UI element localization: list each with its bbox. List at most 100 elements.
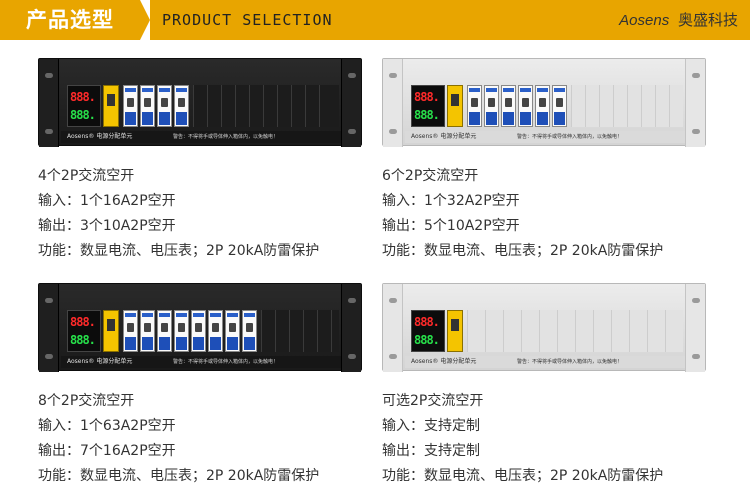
- blank-plate: [571, 85, 585, 127]
- digital-meter: 888. 888.: [67, 310, 101, 352]
- label-strip: Aosens® 电源分配单元 警告：不得将手或导体伸入箱体内，以免触电！: [61, 131, 341, 143]
- panel-brand-label: Aosens® 电源分配单元: [67, 358, 133, 365]
- digital-meter: 888. 888.: [67, 85, 101, 127]
- breaker: [552, 85, 567, 127]
- digital-meter: 888. 888.: [411, 85, 445, 127]
- breaker: [123, 310, 138, 352]
- blank-plate: [539, 310, 557, 352]
- breaker: [157, 85, 172, 127]
- blank-plate: [585, 85, 599, 127]
- ammeter-display: 888.: [414, 315, 440, 329]
- spec-input: 输入：1个63A2P空开: [38, 418, 176, 434]
- mount-slot: [389, 129, 397, 134]
- blank-plate: [319, 85, 339, 127]
- mount-slot: [692, 298, 700, 303]
- panel-brand-label: Aosens® 电源分配单元: [411, 358, 477, 365]
- mount-slot: [692, 354, 700, 359]
- product-title: 可选2P交流空开: [382, 393, 484, 409]
- blank-plate: [613, 85, 627, 127]
- blank-plate: [467, 310, 485, 352]
- product-specs: 8个2P交流空开 输入：1个63A2P空开 输出：7个16A2P空开 功能：数显…: [38, 389, 363, 489]
- rack-ear-right: [341, 59, 361, 147]
- spec-input: 输入：1个16A2P空开: [38, 193, 176, 209]
- product-image-pdu: 888. 888. Aosens® 电源分配单元 警告：不得将手或导体伸入箱体内…: [38, 58, 362, 147]
- blank-plate: [593, 310, 611, 352]
- surge-protector: [103, 85, 119, 127]
- product-title: 8个2P交流空开: [38, 393, 135, 409]
- spec-output: 输出：7个16A2P空开: [38, 443, 176, 459]
- product-image-pdu: 888. 888. Aosens® 电源分配单元 警告：不得将手或导体伸入箱体内…: [382, 283, 706, 372]
- panel-brand-label: Aosens® 电源分配单元: [67, 133, 133, 140]
- spec-output: 输出：5个10A2P空开: [382, 218, 520, 234]
- breaker: [501, 85, 516, 127]
- spec-function: 功能：数显电流、电压表；2P 20kA防雷保护: [382, 243, 664, 259]
- mount-slot: [45, 298, 53, 303]
- blank-plate: [485, 310, 503, 352]
- label-strip: Aosens® 电源分配单元 警告：不得将手或导体伸入箱体内，以免触电！: [405, 131, 685, 143]
- ammeter-display: 888.: [70, 315, 96, 329]
- product-specs: 4个2P交流空开 输入：1个16A2P空开 输出：3个10A2P空开 功能：数显…: [38, 164, 363, 264]
- ammeter-display: 888.: [70, 90, 96, 104]
- blank-plate: [557, 310, 575, 352]
- label-strip: Aosens® 电源分配单元 警告：不得将手或导体伸入箱体内，以免触电！: [405, 356, 685, 368]
- mount-slot: [692, 129, 700, 134]
- rack-ear-left: [39, 59, 59, 147]
- breaker: [484, 85, 499, 127]
- blank-plate: [303, 310, 317, 352]
- blank-plate: [221, 85, 235, 127]
- breaker: [518, 85, 533, 127]
- rack-ear-left: [383, 284, 403, 372]
- label-strip: Aosens® 电源分配单元 警告：不得将手或导体伸入箱体内，以免触电！: [61, 356, 341, 368]
- mount-slot: [348, 73, 356, 78]
- surge-protector: [103, 310, 119, 352]
- warning-label: 警告：不得将手或导体伸入箱体内，以免触电！: [173, 134, 279, 140]
- product-card-4-breakers[interactable]: 888. 888. Aosens® 电源分配单元 警告：不得将手或导体伸入箱体内…: [38, 58, 363, 264]
- brand-logo: Aosens 奥盛科技: [619, 0, 738, 40]
- breaker: [140, 310, 155, 352]
- blank-plate: [305, 85, 319, 127]
- blank-plate: [647, 310, 665, 352]
- surge-protector: [447, 85, 463, 127]
- product-card-8-breakers[interactable]: 888. 888. Aosens® 电源分配单元 警告：不得将手或导体伸入箱体内…: [38, 283, 363, 489]
- mount-slot: [348, 354, 356, 359]
- panel-brand-label: Aosens® 电源分配单元: [411, 133, 477, 140]
- product-card-custom[interactable]: 888. 888. Aosens® 电源分配单元 警告：不得将手或导体伸入箱体内…: [382, 283, 707, 489]
- warning-label: 警告：不得将手或导体伸入箱体内，以免触电！: [517, 134, 623, 140]
- breaker: [140, 85, 155, 127]
- blank-plate: [275, 310, 289, 352]
- blank-plate: [641, 85, 655, 127]
- page-header: 产品选型 PRODUCT SELECTION Aosens 奥盛科技: [0, 0, 750, 40]
- rack-ear-left: [383, 59, 403, 147]
- blank-plate: [331, 310, 339, 352]
- warning-label: 警告：不得将手或导体伸入箱体内，以免触电！: [173, 359, 279, 365]
- blank-plate: [289, 310, 303, 352]
- warning-label: 警告：不得将手或导体伸入箱体内，以免触电！: [517, 359, 623, 365]
- product-card-6-breakers[interactable]: 888. 888. Aosens® 电源分配单元 警告：不得将手或导体伸入箱体内…: [382, 58, 707, 264]
- breaker: [191, 310, 206, 352]
- breaker: [467, 85, 482, 127]
- product-title: 4个2P交流空开: [38, 168, 135, 184]
- section-title-en: PRODUCT SELECTION: [162, 11, 333, 29]
- spec-input: 输入：1个32A2P空开: [382, 193, 520, 209]
- rack-ear-right: [685, 59, 705, 147]
- mount-slot: [45, 354, 53, 359]
- spec-function: 功能：数显电流、电压表；2P 20kA防雷保护: [38, 468, 320, 484]
- mount-slot: [389, 298, 397, 303]
- title-arrow-decoration: [140, 0, 150, 40]
- breaker: [174, 85, 189, 127]
- blank-plate: [669, 85, 683, 127]
- brand-name-zh: 奥盛科技: [677, 11, 738, 29]
- blank-plate: [665, 310, 683, 352]
- rack-ear-left: [39, 284, 59, 372]
- spec-function: 功能：数显电流、电压表；2P 20kA防雷保护: [382, 468, 664, 484]
- blank-plate: [291, 85, 305, 127]
- blank-plate: [627, 85, 641, 127]
- breaker: [242, 310, 257, 352]
- mount-slot: [692, 73, 700, 78]
- spec-input: 输入：支持定制: [382, 418, 480, 434]
- mount-slot: [348, 298, 356, 303]
- voltmeter-display: 888.: [70, 108, 96, 122]
- spec-function: 功能：数显电流、电压表；2P 20kA防雷保护: [38, 243, 320, 259]
- spec-output: 输出：支持定制: [382, 443, 480, 459]
- blank-plate: [599, 85, 613, 127]
